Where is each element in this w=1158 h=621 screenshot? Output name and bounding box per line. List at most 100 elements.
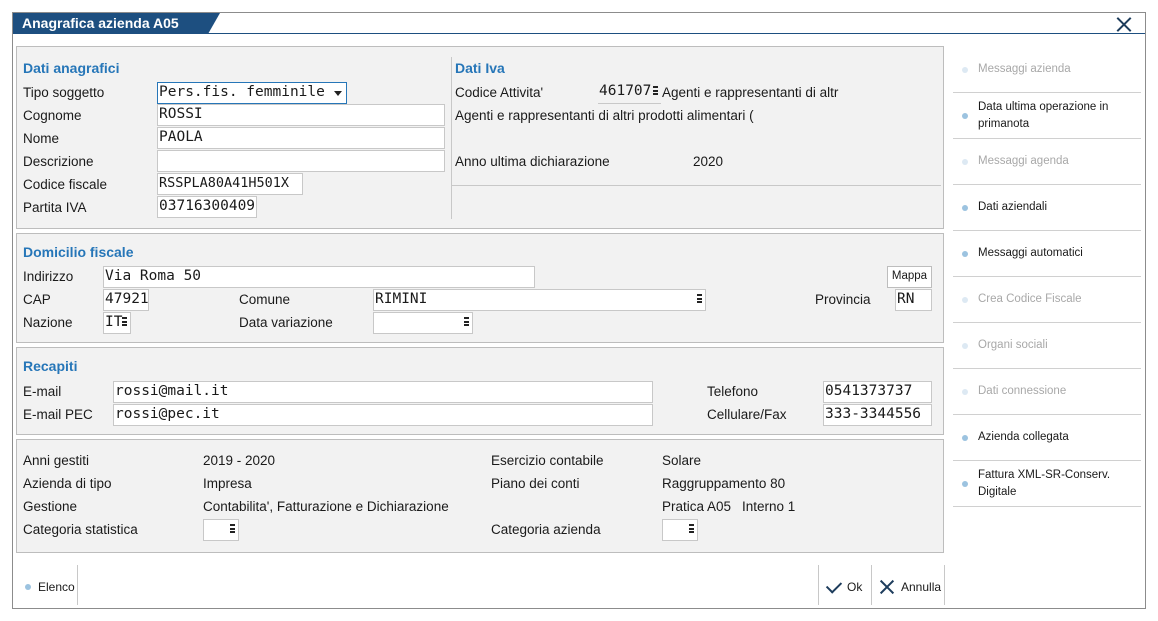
section-title-dati-iva: Dati Iva <box>455 60 505 76</box>
sidebar-item-azienda-collegata[interactable]: Azienda collegata <box>953 415 1141 461</box>
anno-dichiarazione-label: Anno ultima dichiarazione <box>455 154 610 169</box>
pratica-value: Pratica A05 <box>662 499 732 514</box>
azienda-tipo-label: Azienda di tipo <box>23 476 112 491</box>
sidebar-item-data-ultima-operazione[interactable]: Data ultima operazione in primanota <box>953 93 1141 139</box>
bullet-icon <box>962 296 968 303</box>
footer-divider <box>944 565 945 605</box>
annulla-button[interactable]: Annulla <box>879 565 941 609</box>
sidebar-item-label: Crea Codice Fiscale <box>978 293 1082 305</box>
bullet-icon <box>962 250 968 257</box>
cellulare-input[interactable]: 333-3344556 <box>823 404 932 426</box>
sidebar-item-label: Messaggi agenda <box>978 155 1069 167</box>
indirizzo-input[interactable]: Via Roma 50 <box>103 266 535 288</box>
bullet-icon <box>962 158 968 165</box>
lookup-icon <box>697 294 702 303</box>
piano-conti-label: Piano dei conti <box>491 476 580 491</box>
lookup-icon <box>689 524 694 533</box>
anni-gestiti-label: Anni gestiti <box>23 453 90 468</box>
comune-label: Comune <box>239 292 291 307</box>
sidebar-item-label: Messaggi automatici <box>978 247 1083 259</box>
close-icon[interactable] <box>1115 15 1133 33</box>
codice-attivita-input[interactable]: 461707 <box>598 82 661 104</box>
ok-label: Ok <box>847 580 863 594</box>
close-icon <box>879 579 895 595</box>
ok-button[interactable]: Ok <box>825 565 863 609</box>
comune-value: RIMINI <box>375 291 428 307</box>
sidebar-item-dati-connessione[interactable]: Dati connessione <box>953 369 1141 415</box>
bullet-icon <box>962 204 968 211</box>
panel-dati-anagrafici: Dati anagrafici Tipo soggetto Pers.fis. … <box>16 46 944 229</box>
sidebar-item-crea-codice-fiscale[interactable]: Crea Codice Fiscale <box>953 277 1141 323</box>
footer-divider <box>871 565 872 605</box>
partita-iva-input[interactable]: 03716300409 <box>157 196 257 218</box>
anni-gestiti-value: 2019 - 2020 <box>203 453 276 468</box>
categoria-statistica-input[interactable] <box>203 519 239 541</box>
sidebar-item-messaggi-agenda[interactable]: Messaggi agenda <box>953 139 1141 185</box>
provincia-input[interactable]: RN <box>895 289 932 311</box>
categoria-azienda-label: Categoria azienda <box>491 522 601 537</box>
categoria-azienda-input[interactable] <box>662 519 698 541</box>
codice-fiscale-label: Codice fiscale <box>23 177 108 192</box>
sidebar-item-fattura-xml[interactable]: Fattura XML-SR-Conserv. Digitale <box>953 461 1141 507</box>
email-label: E-mail <box>23 384 62 399</box>
cognome-label: Cognome <box>23 108 82 123</box>
sidebar-item-organi-sociali[interactable]: Organi sociali <box>953 323 1141 369</box>
sidebar-item-label: Dati aziendali <box>978 201 1048 213</box>
categoria-statistica-label: Categoria statistica <box>23 522 138 537</box>
elenco-label: Elenco <box>38 580 75 594</box>
codice-fiscale-input[interactable]: RSSPLA80A41H501X <box>157 173 303 195</box>
comune-input[interactable]: RIMINI <box>373 289 706 311</box>
anno-dichiarazione-value: 2020 <box>693 154 724 169</box>
mappa-button[interactable]: Mappa <box>887 266 932 288</box>
calendar-icon <box>464 317 469 326</box>
panel-domicilio-fiscale: Domicilio fiscale Indirizzo Via Roma 50 … <box>16 233 944 343</box>
sidebar-item-label: Messaggi azienda <box>978 63 1071 75</box>
chevron-down-icon <box>334 91 342 96</box>
bullet-icon <box>962 434 968 441</box>
esercizio-value: Solare <box>662 453 702 468</box>
footer-divider <box>818 565 819 605</box>
nazione-input[interactable]: IT <box>103 312 131 334</box>
partita-iva-label: Partita IVA <box>23 200 87 215</box>
pec-input[interactable]: rossi@pec.it <box>113 404 653 426</box>
annulla-label: Annulla <box>901 580 942 594</box>
sidebar-item-messaggi-azienda[interactable]: Messaggi azienda <box>953 47 1141 93</box>
section-title-recapiti: Recapiti <box>23 358 78 374</box>
section-divider <box>451 57 452 219</box>
interno-value: Interno 1 <box>742 499 796 514</box>
bullet-icon <box>962 66 968 73</box>
data-variazione-input[interactable] <box>373 312 473 334</box>
title-underline <box>13 33 1145 34</box>
email-input[interactable]: rossi@mail.it <box>113 381 653 403</box>
window-title: Anagrafica azienda A05 <box>13 13 220 34</box>
cognome-input[interactable]: ROSSI <box>157 104 445 126</box>
check-icon <box>825 576 843 594</box>
nome-input[interactable]: PAOLA <box>157 127 445 149</box>
sidebar-item-dati-aziendali[interactable]: Dati aziendali <box>953 185 1141 231</box>
cellulare-label: Cellulare/Fax <box>707 407 787 422</box>
cap-input[interactable]: 47921 <box>103 289 149 311</box>
footer-divider <box>77 565 78 605</box>
codice-attivita-desc-long: Agenti e rappresentanti di altri prodott… <box>455 108 754 123</box>
lookup-icon <box>230 524 235 533</box>
lookup-icon <box>653 86 658 95</box>
descrizione-input[interactable] <box>157 150 445 172</box>
sidebar-item-messaggi-automatici[interactable]: Messaggi automatici <box>953 231 1141 277</box>
data-variazione-label: Data variazione <box>239 315 333 330</box>
descrizione-label: Descrizione <box>23 154 94 169</box>
cap-label: CAP <box>23 292 51 307</box>
nome-label: Nome <box>23 131 60 146</box>
sidebar-item-label: Azienda collegata <box>978 431 1069 443</box>
nazione-value: IT <box>105 314 123 330</box>
bullet-icon <box>962 480 968 487</box>
iva-divider <box>451 185 941 186</box>
provincia-label: Provincia <box>815 292 871 307</box>
panel-recapiti: Recapiti E-mail rossi@mail.it Telefono 0… <box>16 347 944 435</box>
sidebar-item-label: Organi sociali <box>978 339 1048 351</box>
telefono-input[interactable]: 0541373737 <box>823 381 932 403</box>
tipo-soggetto-select[interactable]: Pers.fis. femminile <box>157 82 347 104</box>
codice-attivita-desc-short: Agenti e rappresentanti di altr <box>662 85 839 100</box>
elenco-button[interactable]: Elenco <box>25 565 75 609</box>
indirizzo-label: Indirizzo <box>23 269 74 284</box>
bullet-icon <box>962 112 968 119</box>
